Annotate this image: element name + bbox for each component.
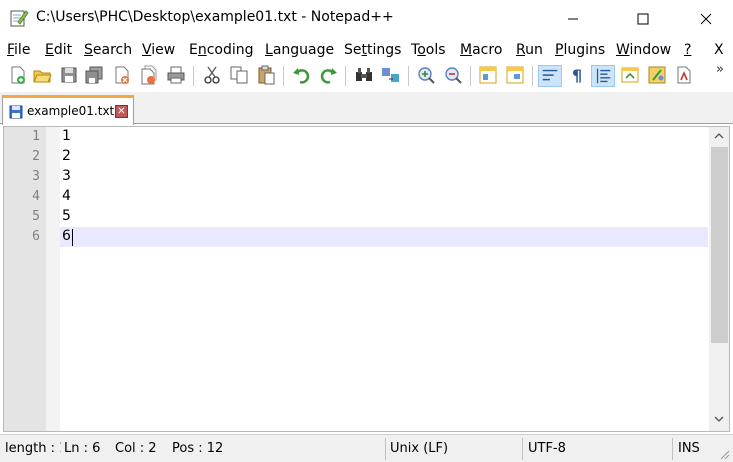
status-line: Ln : 6 [64,441,101,456]
show-all-characters-icon[interactable]: ¶ [567,65,587,85]
menu-tools[interactable]: Tools [411,42,446,58]
new-file-icon[interactable] [8,65,28,85]
document-map-icon[interactable] [620,65,640,85]
line-number: 6 [32,229,40,244]
text-line: 4 [62,188,71,204]
menu-bar: File Edit Search View Encoding Language … [0,38,733,62]
paste-icon[interactable] [256,65,276,85]
fold-margin [46,127,60,431]
toolbar: ¶ » [0,62,733,90]
close-file-icon[interactable] [112,65,132,85]
redo-icon[interactable] [318,65,338,85]
status-bar: length : 1 Ln : 6 Col : 2 Pos : 12 Unix … [0,434,733,462]
status-separator [522,438,523,460]
minimize-icon [568,18,578,20]
cut-icon[interactable] [202,65,222,85]
save-icon[interactable] [59,65,79,85]
menu-window[interactable]: Window [616,42,671,58]
menu-encoding[interactable]: Encoding [189,42,254,58]
open-file-icon[interactable] [32,65,52,85]
scroll-up-button[interactable] [709,127,729,144]
menu-file-rest: ile [14,42,31,58]
toolbar-separator [345,66,346,86]
sync-horizontal-icon[interactable] [505,65,525,85]
maximize-icon [637,13,649,25]
sync-vertical-icon[interactable] [478,65,498,85]
line-number: 1 [32,129,40,144]
status-length: length : 1 [5,441,61,456]
text-caret [72,229,73,246]
vertical-scrollbar[interactable] [709,127,729,431]
scroll-down-button[interactable] [709,410,729,427]
notepadpp-app-icon[interactable] [9,8,29,28]
tab-close-button[interactable]: ✕ [115,105,128,118]
tab-label: example01.txt [27,104,115,118]
current-line-highlight [60,227,708,247]
menu-edit[interactable]: Edit [45,42,72,58]
status-separator [385,438,386,460]
status-position: Pos : 12 [172,441,224,456]
undo-icon[interactable] [292,65,312,85]
tab-example01[interactable]: example01.txt ✕ [2,95,134,125]
menu-help[interactable]: ? [684,42,691,58]
line-number: 3 [32,169,40,184]
tab-bar: example01.txt ✕ [0,92,733,125]
status-encoding[interactable]: UTF-8 [528,441,566,456]
toolbar-separator [283,66,284,86]
status-eol-format[interactable]: Unix (LF) [390,441,448,456]
menu-file[interactable]: File [7,42,30,58]
chevron-down-icon [714,416,724,422]
toolbar-overflow-button[interactable]: » [716,62,724,77]
zoom-in-icon[interactable] [416,65,436,85]
text-line: 3 [62,168,71,184]
maximize-button[interactable] [620,0,666,38]
indent-guide-icon[interactable] [591,65,615,87]
toolbar-separator [532,66,533,86]
close-icon [700,13,712,25]
resize-grip-icon[interactable] [718,448,730,460]
saved-file-icon [9,105,23,119]
menu-view[interactable]: View [142,42,175,58]
menu-run[interactable]: Run [516,42,543,58]
minimize-button[interactable] [550,0,596,38]
menu-macro[interactable]: Macro [460,42,502,58]
text-line: 5 [62,208,71,224]
status-insert-mode: INS [678,441,700,456]
close-icon: ✕ [117,105,126,117]
editor[interactable]: 1 2 3 4 5 6 1 2 3 4 5 6 [3,126,730,432]
line-number: 4 [32,189,40,204]
svg-text:¶: ¶ [572,66,582,85]
text-line: 6 [62,228,71,244]
close-all-icon[interactable] [139,65,159,85]
menu-plugins[interactable]: Plugins [555,42,605,58]
find-icon[interactable] [354,65,374,85]
word-wrap-icon[interactable] [538,65,562,87]
toolbar-separator [470,66,471,86]
print-icon[interactable] [166,65,186,85]
text-line: 2 [62,148,71,164]
save-all-icon[interactable] [84,65,104,85]
menu-language[interactable]: Language [265,42,334,58]
function-list-icon[interactable] [647,65,667,85]
line-number: 2 [32,149,40,164]
menu-settings[interactable]: Settings [344,42,401,58]
copy-icon[interactable] [229,65,249,85]
line-number-gutter: 1 2 3 4 5 6 [4,127,46,431]
text-line: 1 [62,128,71,144]
chevron-up-icon [714,132,724,138]
scrollbar-thumb[interactable] [711,147,728,343]
close-document-button[interactable]: X [714,42,724,58]
close-window-button[interactable] [683,0,729,38]
status-column: Col : 2 [115,441,157,456]
window-title: C:\Users\PHC\Desktop\example01.txt - Not… [36,9,394,25]
status-separator [672,438,673,460]
replace-icon[interactable] [381,65,401,85]
folder-as-workspace-icon[interactable] [674,65,694,85]
line-number: 5 [32,209,40,224]
zoom-out-icon[interactable] [443,65,463,85]
title-bar: C:\Users\PHC\Desktop\example01.txt - Not… [0,0,733,38]
toolbar-separator [408,66,409,86]
menu-search[interactable]: Search [84,42,132,58]
toolbar-separator [193,66,194,86]
